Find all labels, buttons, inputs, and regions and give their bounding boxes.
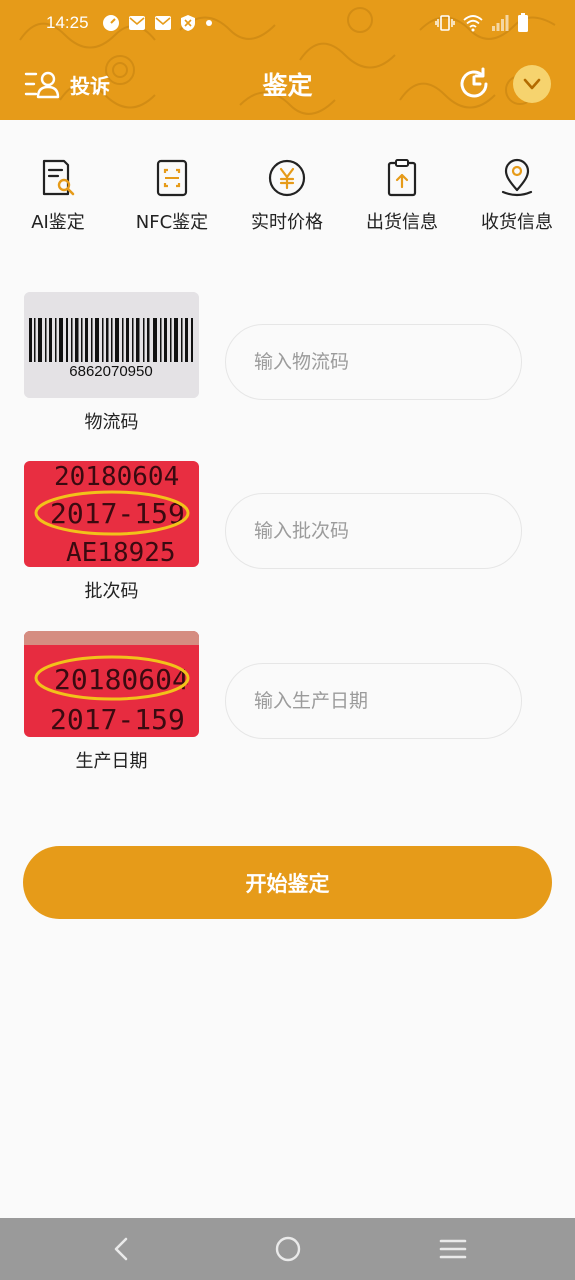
status-notification-icons bbox=[102, 13, 214, 33]
history-icon[interactable] bbox=[456, 66, 492, 102]
production-date-row: 20180604 2017-159 生产日期 bbox=[0, 631, 575, 781]
logistics-code-row: 6862070950 物流码 bbox=[0, 292, 575, 442]
batch-code-label: 批次码 bbox=[84, 581, 139, 602]
feature-shipping-info[interactable]: 出货信息 bbox=[347, 158, 457, 234]
shield-icon bbox=[181, 15, 195, 31]
system-nav-bar bbox=[0, 1218, 575, 1280]
feature-realtime-price[interactable]: 实时价格 bbox=[232, 158, 342, 234]
home-icon[interactable] bbox=[273, 1234, 303, 1264]
vibrate-icon bbox=[435, 15, 455, 31]
ai-search-icon bbox=[42, 159, 75, 196]
signal-icon bbox=[492, 15, 509, 31]
barcode-graphic: 6862070950 bbox=[24, 292, 199, 398]
status-system-icons bbox=[435, 13, 529, 33]
yen-icon bbox=[268, 159, 306, 197]
nav-bar: 投诉 鉴定 bbox=[0, 48, 575, 120]
feature-label: 出货信息 bbox=[366, 212, 438, 233]
batch-code-input[interactable] bbox=[225, 493, 522, 569]
location-pin-icon bbox=[501, 158, 533, 197]
feature-label: AI鉴定 bbox=[31, 212, 85, 233]
wifi-icon bbox=[463, 15, 483, 32]
logistics-code-input[interactable] bbox=[225, 324, 522, 400]
sample-line: 2017-159 bbox=[50, 703, 185, 736]
status-time: 14:25 bbox=[46, 13, 89, 32]
batch-code-sample-image[interactable]: 20180604 2017-159 AE18925 bbox=[24, 461, 199, 567]
feature-nfc-identify[interactable]: NFC鉴定 bbox=[117, 158, 227, 234]
sample-line: 20180604 bbox=[54, 462, 179, 492]
production-date-sample-image[interactable]: 20180604 2017-159 bbox=[24, 631, 199, 737]
feature-shortcuts: AI鉴定 NFC鉴定 实时价格 出货信息 收货信息 bbox=[0, 140, 575, 250]
mail-icon bbox=[155, 16, 171, 30]
status-bar: 14:25 bbox=[0, 0, 575, 48]
clipboard-upload-icon bbox=[387, 159, 417, 197]
start-identify-button[interactable]: 开始鉴定 bbox=[23, 846, 552, 919]
sample-line: 2017-159 bbox=[50, 497, 185, 530]
batch-code-row: 20180604 2017-159 AE18925 批次码 bbox=[0, 461, 575, 611]
production-date-graphic: 20180604 2017-159 bbox=[24, 631, 199, 737]
speedometer-icon bbox=[103, 15, 119, 31]
sample-line: AE18925 bbox=[66, 538, 176, 567]
barcode-number: 6862070950 bbox=[69, 363, 152, 380]
nfc-scan-icon bbox=[156, 159, 188, 197]
logistics-code-label: 物流码 bbox=[84, 412, 139, 433]
dot-icon bbox=[206, 20, 212, 26]
menu-icon[interactable] bbox=[438, 1234, 468, 1264]
barcode-sample-image[interactable]: 6862070950 bbox=[24, 292, 199, 398]
feature-label: 收货信息 bbox=[481, 212, 553, 233]
feature-receiving-info[interactable]: 收货信息 bbox=[462, 158, 572, 234]
production-date-label: 生产日期 bbox=[75, 751, 148, 772]
feature-label: 实时价格 bbox=[251, 212, 323, 233]
mail-icon bbox=[129, 16, 145, 30]
production-date-input[interactable] bbox=[225, 663, 522, 739]
feature-ai-identify[interactable]: AI鉴定 bbox=[3, 158, 113, 234]
battery-icon bbox=[518, 13, 528, 32]
chevron-down-icon bbox=[523, 78, 541, 90]
feature-label: NFC鉴定 bbox=[135, 212, 209, 233]
app-header: 14:25 投诉 鉴定 bbox=[0, 0, 575, 120]
menu-dropdown-button[interactable] bbox=[513, 65, 551, 103]
back-icon[interactable] bbox=[107, 1234, 137, 1264]
batch-code-graphic: 20180604 2017-159 AE18925 bbox=[24, 461, 199, 567]
